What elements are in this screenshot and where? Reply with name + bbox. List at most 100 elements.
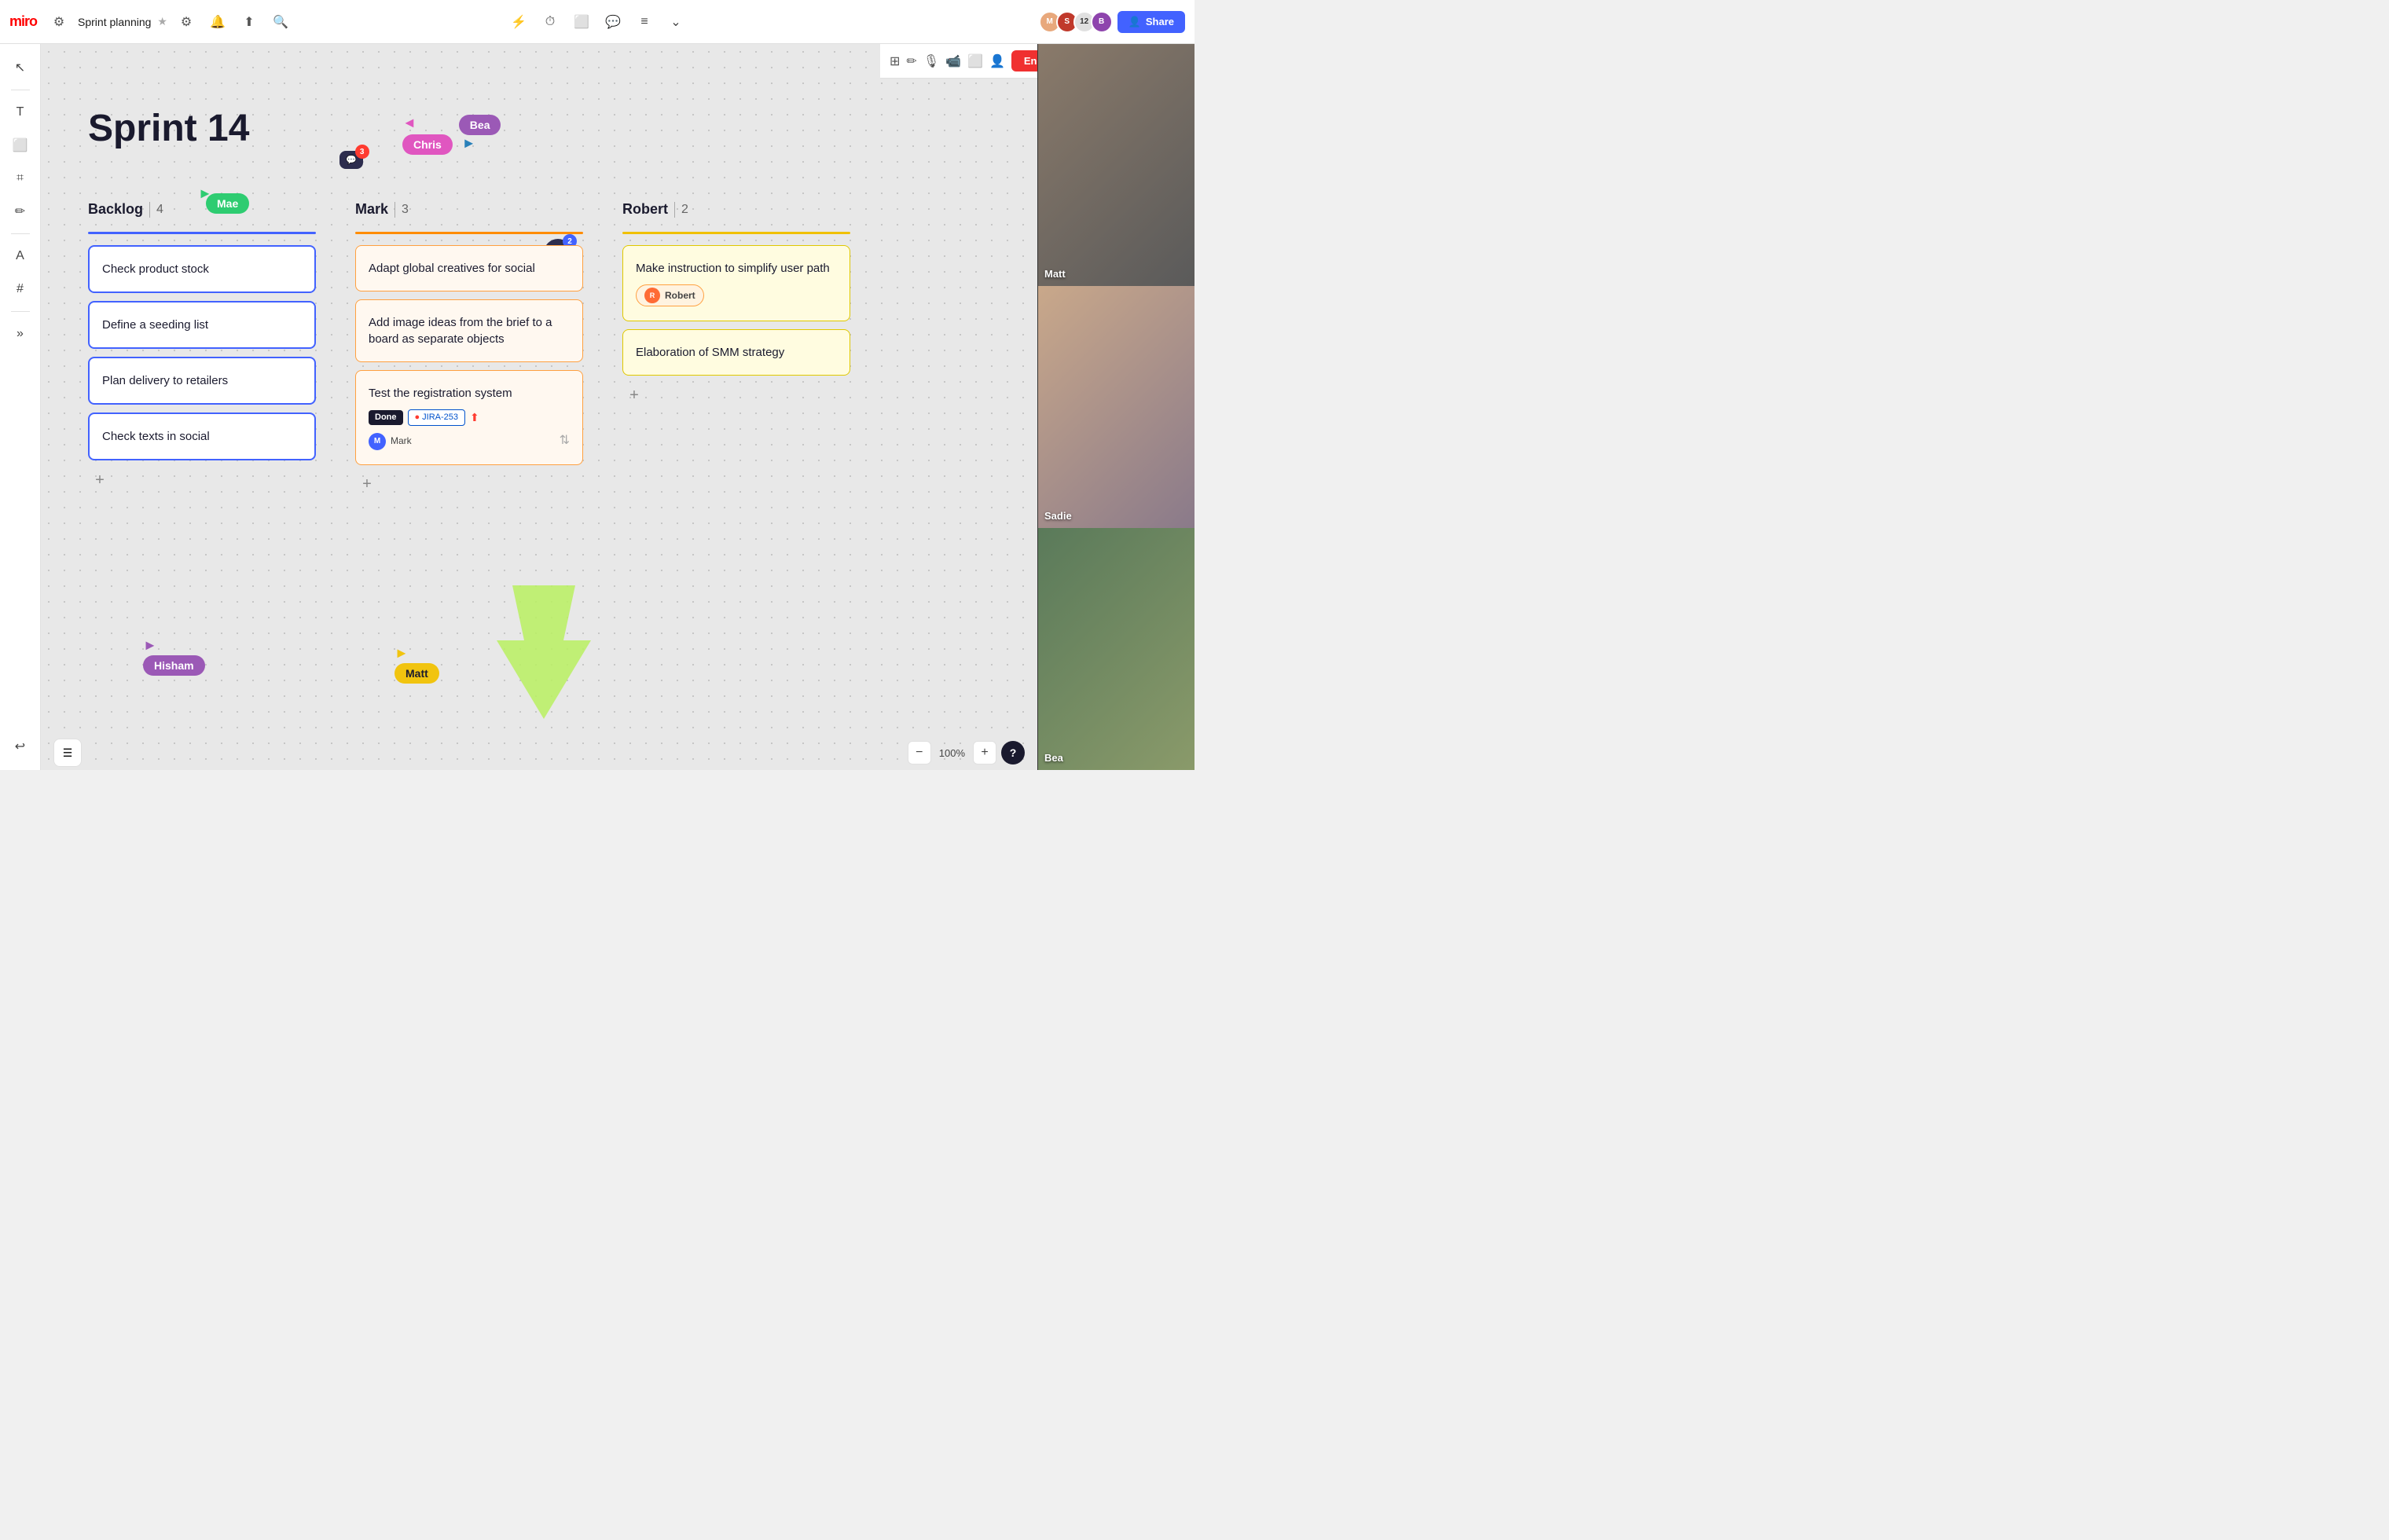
favorite-star-icon[interactable]: ★ bbox=[157, 15, 167, 28]
minus-icon: − bbox=[916, 746, 923, 760]
nav-timer-button[interactable]: ⏱ bbox=[536, 8, 564, 36]
tool-font[interactable]: A bbox=[6, 242, 35, 270]
hisham-cursor: ► Hisham bbox=[143, 637, 205, 676]
tool-pen[interactable]: ✏ bbox=[6, 197, 35, 226]
backlog-divider bbox=[149, 202, 150, 218]
chat-badge: 3 bbox=[355, 145, 369, 159]
card-elaboration-smm[interactable]: Elaboration of SMM strategy bbox=[622, 329, 850, 376]
mark-underline bbox=[355, 232, 583, 234]
tool-separator2 bbox=[11, 233, 30, 234]
zoom-controls: − 100% + ? bbox=[908, 741, 1025, 764]
video-matt: Matt bbox=[1038, 44, 1194, 286]
card-text: Elaboration of SMM strategy bbox=[636, 346, 784, 359]
mark-header: Mark 3 bbox=[355, 201, 583, 222]
card-add-image-ideas[interactable]: Add image ideas from the brief to a boar… bbox=[355, 299, 583, 362]
backlog-count: 4 bbox=[156, 203, 163, 217]
avatar-stack: M S 12 B bbox=[1039, 11, 1113, 33]
zoom-out-button[interactable]: − bbox=[908, 741, 931, 764]
video-bea-name: Bea bbox=[1044, 752, 1063, 764]
canvas: Sprint 14 💬 3 ► Mae ◄ Chris bbox=[41, 44, 1037, 770]
video-bea: Bea bbox=[1038, 528, 1194, 770]
robert-count: 2 bbox=[681, 203, 688, 217]
tag-jira: ● JIRA-253 bbox=[408, 409, 466, 426]
mae-cursor: ► Mae bbox=[198, 185, 212, 202]
nav-lightning-button[interactable]: ⚡ bbox=[505, 8, 533, 36]
robert-underline bbox=[622, 232, 850, 234]
backlog-add-button[interactable]: + bbox=[88, 468, 112, 492]
mark-count: 3 bbox=[402, 203, 409, 217]
card-text: Define a seeding list bbox=[102, 318, 208, 332]
mark-add-button[interactable]: + bbox=[355, 473, 379, 497]
robert-add-button[interactable]: + bbox=[622, 383, 646, 407]
avatar-bea: B bbox=[1091, 11, 1113, 33]
screen-share-button[interactable]: ⬜ bbox=[967, 47, 983, 75]
filter-button[interactable]: ⊞ bbox=[890, 47, 900, 75]
nav-settings-button[interactable]: ⚙ bbox=[46, 9, 72, 35]
tool-sticky[interactable]: ⌗ bbox=[6, 164, 35, 192]
share-button[interactable]: 👤 Share bbox=[1117, 11, 1185, 33]
tool-separator3 bbox=[11, 311, 30, 312]
zoom-level: 100% bbox=[936, 747, 968, 759]
bea-arrow-icon: ► bbox=[462, 135, 476, 151]
tool-shape[interactable]: ⬜ bbox=[6, 131, 35, 160]
tool-text[interactable]: T bbox=[6, 98, 35, 126]
sidebar-toggle-button[interactable]: ☰ bbox=[53, 739, 82, 767]
nav-apps-button[interactable]: ≡ bbox=[630, 8, 659, 36]
card-plan-delivery[interactable]: Plan delivery to retailers bbox=[88, 357, 316, 405]
robert-header: Robert 2 bbox=[622, 201, 850, 222]
mae-cursor-arrow: ► bbox=[198, 185, 212, 201]
matt-label: Matt bbox=[394, 663, 439, 684]
mic-button[interactable]: 🎙 bbox=[923, 47, 939, 75]
nav-export-button[interactable]: ⬆ bbox=[237, 9, 262, 35]
nav-right-group: M S 12 B 👤 Share bbox=[1039, 11, 1185, 33]
help-button[interactable]: ? bbox=[1001, 741, 1025, 764]
left-toolbar: ↖ T ⬜ ⌗ ✏ A # » ↩ bbox=[0, 44, 41, 770]
top-navigation: miro ⚙ Sprint planning ★ ⚙ 🔔 ⬆ 🔍 ⚡ ⏱ ⬜ 💬… bbox=[0, 0, 1194, 44]
board-name: Sprint planning bbox=[78, 16, 151, 28]
mark-column: Mark 3 Adapt global creatives for social… bbox=[355, 201, 583, 497]
hisham-label: Hisham bbox=[143, 655, 205, 676]
nav-chat-button[interactable]: 💬 bbox=[599, 8, 627, 36]
video-button[interactable]: 📹 bbox=[945, 47, 961, 75]
nav-screen-button[interactable]: ⬜ bbox=[567, 8, 596, 36]
priority-icon: ⬆ bbox=[470, 410, 479, 426]
backlog-column: Backlog 4 Check product stock Define a s… bbox=[88, 201, 316, 492]
card-check-texts[interactable]: Check texts in social bbox=[88, 412, 316, 460]
video-cell-matt: Matt bbox=[1038, 44, 1194, 286]
tool-expand[interactable]: » bbox=[6, 320, 35, 348]
miro-logo: miro bbox=[9, 13, 37, 30]
card-test-registration[interactable]: Test the registration system Done ● JIRA… bbox=[355, 370, 583, 465]
card-make-instruction[interactable]: Make instruction to simplify user path R… bbox=[622, 245, 850, 321]
pen-button[interactable]: ✏ bbox=[906, 47, 916, 75]
green-arrow-decoration bbox=[481, 578, 607, 739]
card-text: Check product stock bbox=[102, 262, 209, 276]
chat-bubble[interactable]: 💬 3 bbox=[339, 151, 363, 169]
tool-undo[interactable]: ↩ bbox=[6, 732, 35, 761]
card-text: Make instruction to simplify user path bbox=[636, 262, 830, 275]
nav-notifications-button[interactable]: 🔔 bbox=[205, 9, 230, 35]
board-title: Sprint 14 bbox=[88, 107, 249, 150]
nav-more-button[interactable]: ⌄ bbox=[662, 8, 690, 36]
card-adapt-global[interactable]: Adapt global creatives for social bbox=[355, 245, 583, 292]
card-text: Test the registration system bbox=[369, 387, 512, 400]
card-define-seeding[interactable]: Define a seeding list bbox=[88, 301, 316, 349]
bea-label: Bea bbox=[459, 115, 501, 135]
robert-column: Robert 2 Make instruction to simplify us… bbox=[622, 201, 850, 407]
share-icon: 👤 bbox=[1128, 16, 1141, 28]
zoom-in-button[interactable]: + bbox=[973, 741, 996, 764]
card-check-product-stock[interactable]: Check product stock bbox=[88, 245, 316, 293]
robert-divider bbox=[674, 202, 675, 218]
nav-search-button[interactable]: 🔍 bbox=[268, 9, 293, 35]
tool-select[interactable]: ↖ bbox=[6, 53, 35, 82]
end-button[interactable]: End bbox=[1011, 50, 1037, 72]
video-matt-name: Matt bbox=[1044, 268, 1066, 280]
card-assignee: M Mark ⇅ bbox=[369, 432, 570, 449]
video-sadie-name: Sadie bbox=[1044, 510, 1072, 522]
card-text: Check texts in social bbox=[102, 430, 210, 443]
tool-hashtag[interactable]: # bbox=[6, 275, 35, 303]
center-toolbar: ⚡ ⏱ ⬜ 💬 ≡ ⌄ bbox=[505, 8, 690, 36]
card-robert-tag: R Robert bbox=[636, 284, 704, 306]
person-button[interactable]: 👤 bbox=[989, 47, 1005, 75]
backlog-underline bbox=[88, 232, 316, 234]
nav-settings-button2[interactable]: ⚙ bbox=[174, 9, 199, 35]
